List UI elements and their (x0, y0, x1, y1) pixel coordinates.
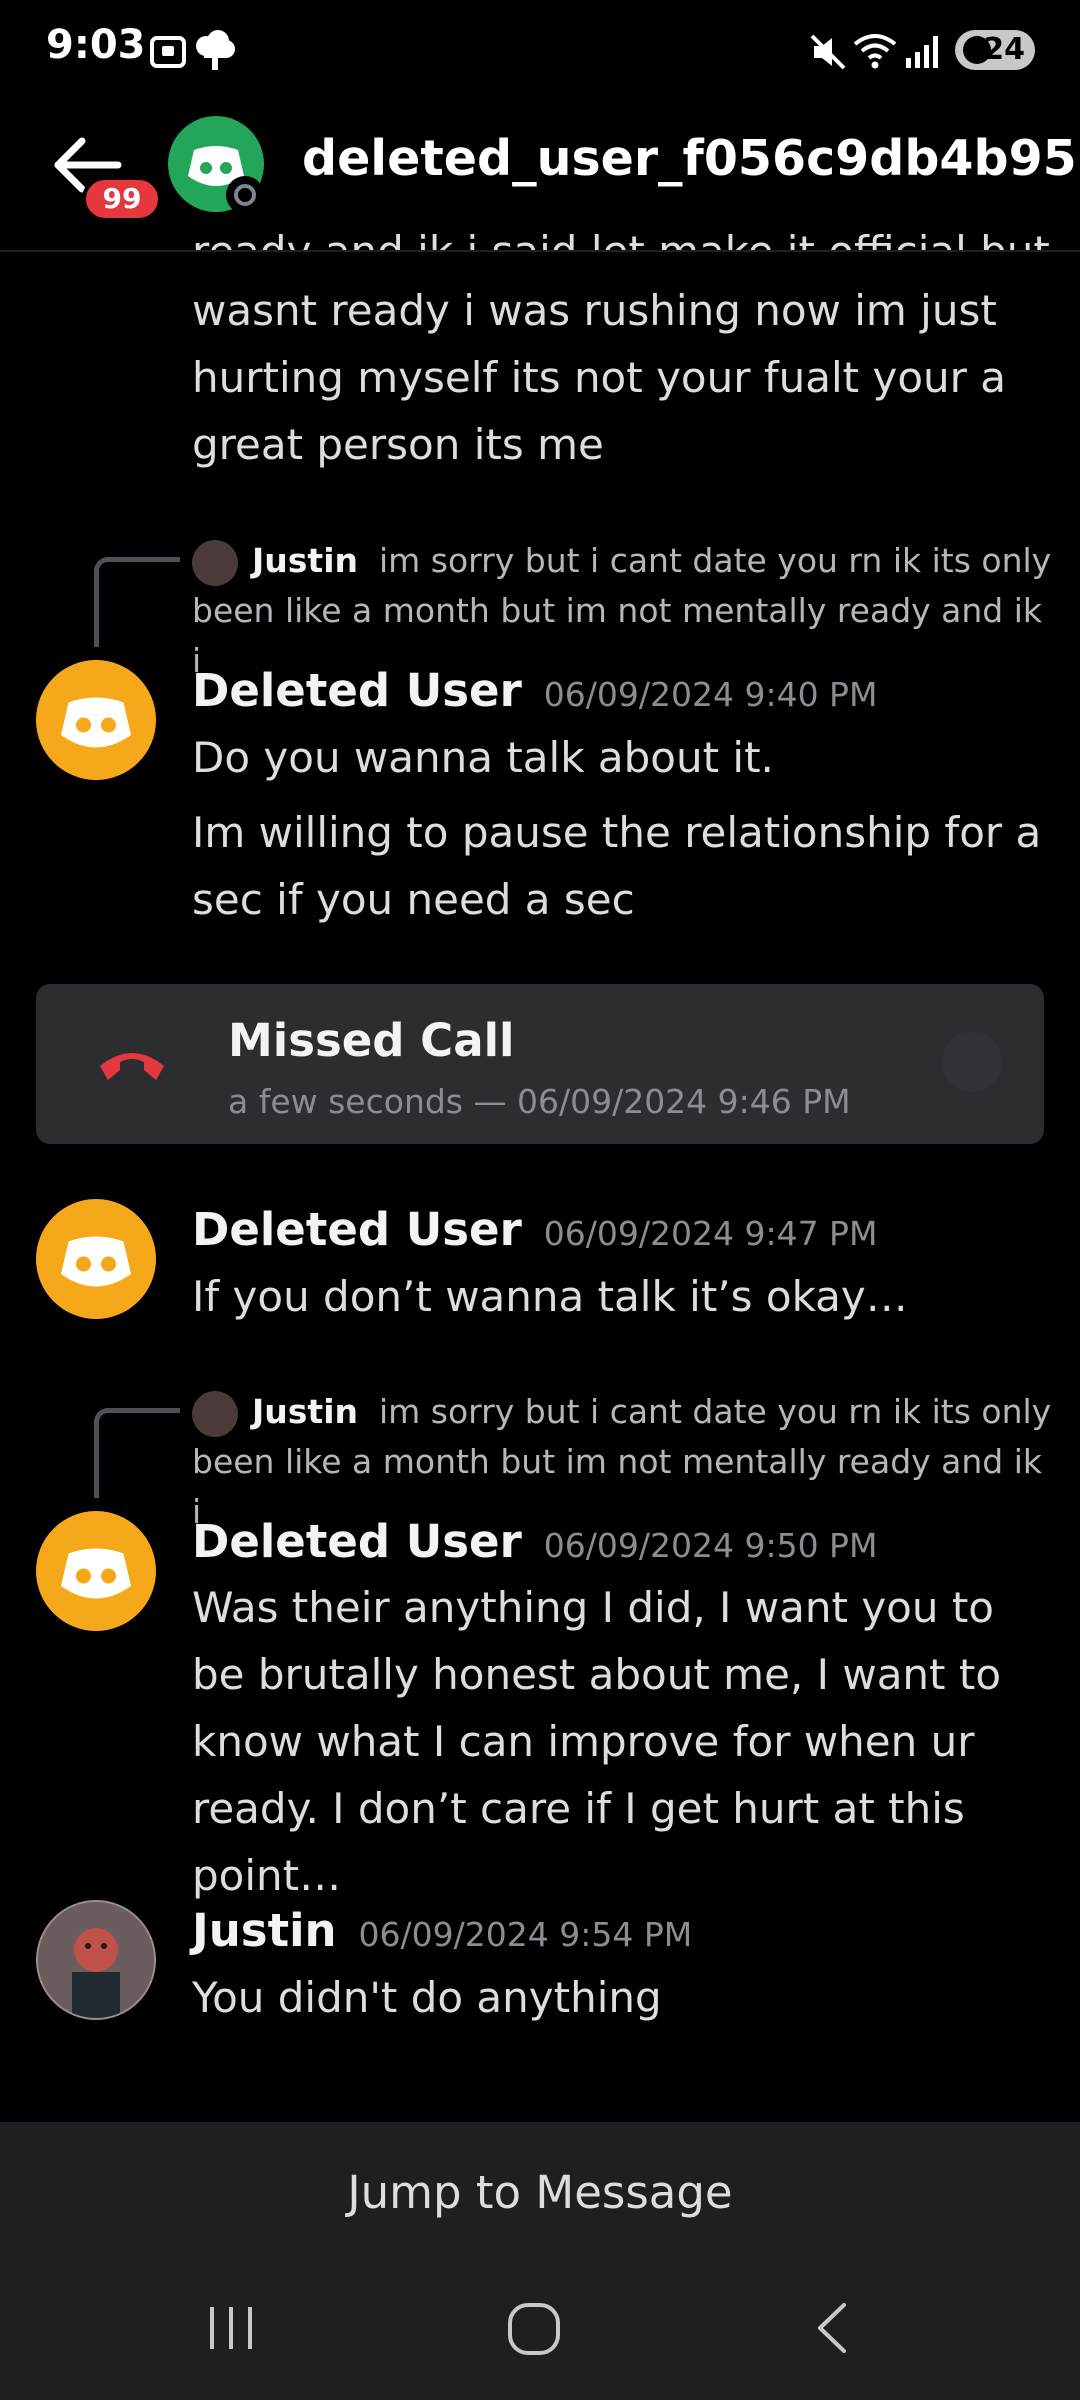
discord-logo-icon (61, 697, 131, 748)
status-time: 9:03 (46, 22, 146, 68)
message-header: Deleted User 06/09/2024 9:40 PM (192, 664, 877, 717)
message-text: wasnt ready i was rushing now im just hu… (192, 286, 1007, 469)
hangup-phone-icon (100, 1053, 164, 1080)
call-subtitle: a few seconds — 06/09/2024 9:46 PM (228, 1082, 851, 1121)
recents-nav-icon[interactable] (204, 2301, 258, 2355)
reply-author: Justin (252, 541, 358, 580)
user-avatar[interactable] (36, 1511, 156, 1631)
call-title: Missed Call (228, 1014, 515, 1067)
missed-call-card: Missed Call a few seconds — 06/09/2024 9… (36, 984, 1044, 1144)
channel-title[interactable]: deleted_user_f056c9db4b95 (302, 130, 1077, 187)
author-name[interactable]: Deleted User (192, 664, 522, 717)
message-text: Was their anything I did, I want you to … (192, 1583, 1002, 1900)
message-header: Deleted User 06/09/2024 9:47 PM (192, 1203, 877, 1256)
message-text: You didn't do anything (192, 1973, 662, 2022)
author-name[interactable]: Deleted User (192, 1203, 522, 1256)
jump-to-message-label[interactable]: Jump to Message (0, 2166, 1080, 2219)
screenshot-icon (150, 36, 186, 68)
message-partial-line: ready and ik i said let make it official… (192, 218, 1052, 250)
status-bar: 9:03 24 (0, 0, 1080, 110)
battery-indicator: 24 (955, 30, 1035, 70)
system-nav-bar (0, 2267, 1080, 2400)
reply-avatar (192, 539, 238, 586)
message-header: Deleted User 06/09/2024 9:50 PM (192, 1515, 877, 1568)
user-avatar[interactable] (36, 1199, 156, 1319)
call-action-button[interactable] (942, 1032, 1002, 1092)
discord-logo-icon (61, 1548, 131, 1599)
reply-author: Justin (252, 1392, 358, 1431)
wifi-icon (853, 34, 897, 69)
signal-icon (906, 36, 938, 68)
discord-logo-icon (61, 1236, 131, 1287)
reply-connector (94, 557, 180, 647)
reply-connector (94, 1408, 180, 1498)
user-avatar[interactable] (36, 660, 156, 780)
author-name[interactable]: Deleted User (192, 1515, 522, 1568)
message-text: Im willing to pause the relationship for… (192, 808, 1042, 924)
home-nav-icon[interactable] (504, 2299, 564, 2359)
timestamp: 06/09/2024 9:50 PM (543, 1526, 878, 1565)
pumpkin-head-icon (38, 1902, 154, 2018)
jump-to-message-bar[interactable]: Jump to Message (0, 2122, 1080, 2267)
reply-avatar (192, 1390, 238, 1437)
message-header: Justin 06/09/2024 9:54 PM (192, 1904, 692, 1957)
timestamp: 06/09/2024 9:40 PM (543, 675, 878, 714)
message-text: If you don’t wanna talk it’s okay… (192, 1272, 908, 1321)
unread-badge: 99 (82, 176, 162, 222)
mute-icon (810, 34, 846, 70)
timestamp: 06/09/2024 9:54 PM (358, 1915, 693, 1954)
back-nav-icon[interactable] (808, 2301, 862, 2355)
battery-saver-icon (963, 36, 991, 64)
message-text: Do you wanna talk about it. (192, 733, 774, 782)
author-name[interactable]: Justin (192, 1904, 337, 1957)
timestamp: 06/09/2024 9:47 PM (543, 1214, 878, 1253)
status-indicator (226, 176, 264, 214)
user-avatar[interactable] (36, 1900, 156, 2020)
cloud-icon (196, 30, 235, 70)
